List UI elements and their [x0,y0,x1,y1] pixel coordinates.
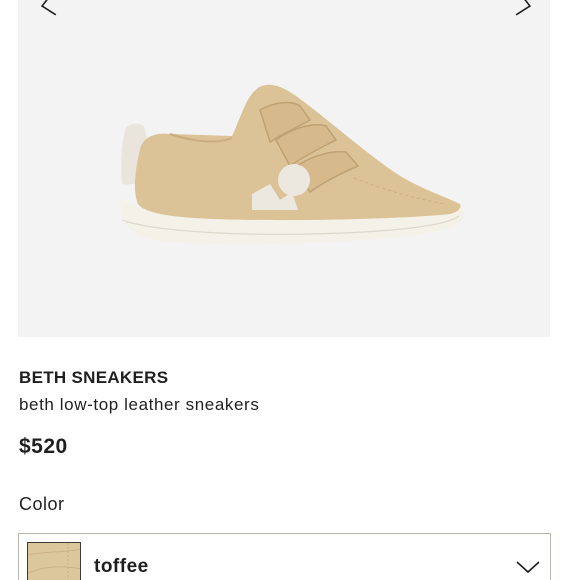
product-image-gallery[interactable] [18,0,550,337]
product-brand-title: BETH SNEAKERS [19,368,169,387]
color-select-dropdown[interactable]: toffee [18,533,551,580]
swatch-texture [28,543,80,580]
carousel-prev-button[interactable] [34,0,60,16]
product-price: $520 [19,435,68,458]
chevron-down-icon [516,561,540,574]
color-label: Color [19,494,65,514]
color-swatch [27,542,81,580]
chevron-left-icon [40,0,57,16]
selected-color-value: toffee [94,556,149,577]
carousel-next-button[interactable] [512,0,538,16]
chevron-right-icon [515,0,532,16]
product-image [120,84,464,245]
product-subtitle: beth low-top leather sneakers [19,395,260,414]
